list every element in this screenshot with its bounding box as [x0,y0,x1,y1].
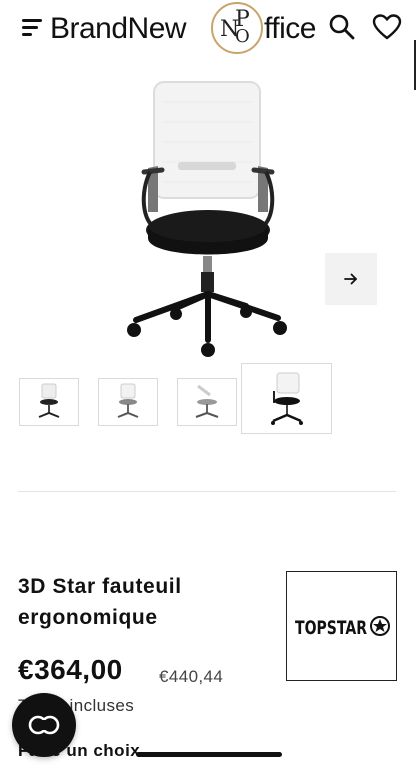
thumbnail-strip [0,362,416,438]
thumbnail-4[interactable] [241,363,332,434]
thumbnail-3[interactable] [177,378,237,426]
header: BrandNew N P O ffice [0,0,416,56]
gallery-next-button[interactable] [325,253,377,305]
thumbnail-1[interactable] [19,378,79,426]
search-icon[interactable] [328,13,356,41]
heart-icon[interactable] [372,13,402,41]
section-divider [18,491,396,492]
arrow-right-icon [344,273,357,285]
product-title: 3D Star fauteuil ergonomique [18,575,182,629]
product-main-image[interactable] [118,72,298,362]
brand-logo-topstar[interactable]: TOPSTAR [286,571,397,681]
home-indicator [136,752,282,757]
logo-text-left: BrandNew [50,12,187,45]
product-price-original: €440,44 [159,667,224,686]
brand-logo-text: TOPSTAR [295,617,367,639]
chat-icon [28,715,60,735]
product-price: €364,00 [18,654,123,685]
brand-logo[interactable]: BrandNew N P O ffice [50,2,330,54]
logo-mark-o: O [235,26,250,47]
logo-text-right: ffice [264,12,316,45]
logo-monogram-icon: N P O [211,2,263,54]
topstar-logo-icon: TOPSTAR [293,616,390,639]
menu-icon[interactable] [22,16,46,38]
chat-button[interactable] [12,693,76,757]
product-gallery [0,62,416,362]
thumbnail-2[interactable] [98,378,158,426]
